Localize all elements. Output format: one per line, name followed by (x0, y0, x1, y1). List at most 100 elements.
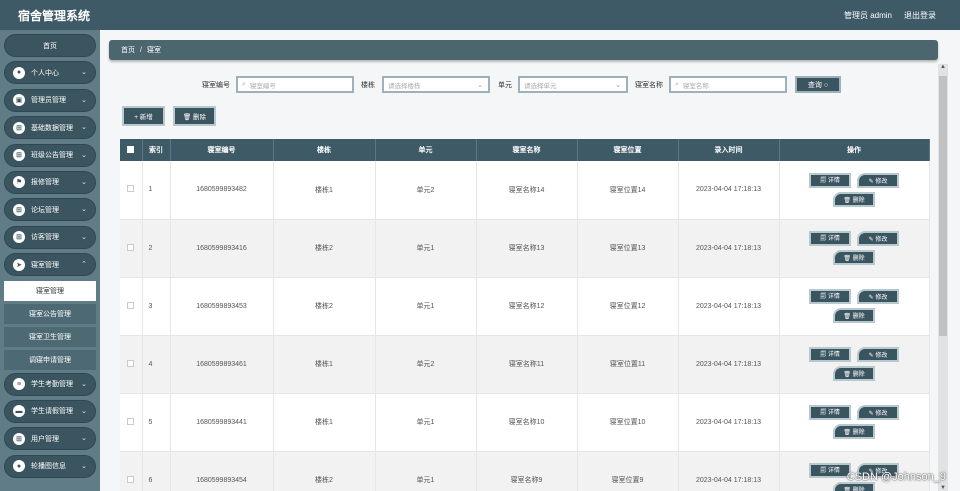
room-name-input[interactable]: ⌕ 寝室名称 (669, 76, 787, 93)
sidebar-item-label: 轮播图信息 (31, 463, 66, 471)
sidebar-subitem-dorm-transfer[interactable]: 调寝申请管理 (4, 349, 96, 370)
sidebar-item-label: 报修管理 (31, 179, 59, 187)
chevron-up-icon: ⌃ (81, 261, 87, 269)
cell-ops: 🗐 详情 ✎ 修改 🗑 删除 (779, 335, 930, 394)
scroll-thumb[interactable] (939, 76, 947, 336)
sidebar-item-label: 学生考勤管理 (31, 381, 73, 389)
cell-location: 寝室位置10 (577, 393, 679, 452)
edit-button[interactable]: ✎ 修改 (857, 347, 899, 362)
sidebar-item-forum[interactable]: ⊞ 论坛管理 ⌄ (4, 198, 96, 222)
detail-button[interactable]: 🗐 详情 (809, 463, 851, 478)
cell-time: 2023-04-04 17:18:13 (678, 219, 780, 278)
chevron-down-icon: ⌄ (81, 462, 87, 470)
unit-select[interactable]: 请选择单元 ⌄ (518, 76, 628, 93)
room-no-input[interactable]: ⌕ 寝室编号 (236, 76, 354, 93)
admin-icon: ▣ (13, 94, 25, 107)
scroll-up-icon[interactable]: ▲ (939, 64, 947, 70)
breadcrumb-home[interactable]: 首页 (121, 45, 135, 55)
detail-button[interactable]: 🗐 详情 (809, 405, 851, 420)
row-checkbox[interactable] (120, 219, 143, 278)
add-button[interactable]: + 新增 (122, 106, 165, 126)
row-checkbox[interactable] (120, 161, 143, 220)
scroll-down-icon[interactable]: ▼ (939, 485, 947, 491)
header-index: 索引 (142, 139, 171, 161)
logout-link[interactable]: 退出登录 (904, 10, 936, 21)
sidebar-item-label: 班级公告管理 (31, 152, 73, 160)
cell-building: 楼栋2 (273, 451, 376, 491)
cell-building: 楼栋2 (273, 277, 376, 336)
chevron-down-icon: ⌄ (81, 69, 87, 77)
table-row: 5 1680599893441 楼栋1 单元1 寝室名称10 寝室位置10 2023-04-… (120, 393, 930, 452)
header-location: 寝室位置 (577, 139, 679, 161)
chevron-down-icon: ⌄ (81, 206, 87, 214)
edit-button[interactable]: ✎ 修改 (857, 405, 899, 420)
table-row: 4 1680599893461 楼栋1 单元2 寝室名称11 寝室位置11 2023-04-… (120, 335, 930, 394)
row-delete-button[interactable]: 🗑 删除 (833, 191, 875, 207)
select-all-checkbox[interactable] (120, 139, 143, 161)
user-icon: ● (13, 66, 25, 79)
sidebar-subitem-dorm-notice[interactable]: 寝室公告管理 (4, 303, 96, 324)
sidebar-item-home[interactable]: 首页 (4, 34, 96, 57)
row-delete-button[interactable]: 🗑 删除 (833, 366, 875, 381)
row-checkbox[interactable] (120, 393, 143, 452)
cell-room-no: 1680599893441 (170, 393, 274, 452)
sidebar-item-leave[interactable]: ▬ 学生请假管理 ⌄ (4, 399, 96, 423)
vertical-scrollbar[interactable]: ▲ ▼ (938, 64, 948, 491)
sidebar-item-dorm[interactable]: ➤ 寝室管理 ⌃ (4, 253, 96, 277)
unit-label: 单元 (498, 82, 512, 89)
grid-icon: ⊞ (13, 231, 25, 244)
sidebar-item-label: 个人中心 (31, 69, 59, 77)
chevron-down-icon: ⌄ (81, 151, 87, 159)
sidebar-item-basic-data[interactable]: ⊞ 基础数据管理 ⌄ (4, 116, 96, 140)
edit-button[interactable]: ✎ 修改 (857, 289, 899, 304)
row-checkbox[interactable] (120, 451, 143, 491)
query-button[interactable]: 查询 ○ (795, 76, 841, 93)
header-room-no: 寝室编号 (170, 139, 274, 161)
sidebar-subitem-dorm-manage[interactable]: 寝室管理 (4, 280, 96, 301)
row-delete-button[interactable]: 🗑 删除 (833, 424, 875, 439)
sidebar-item-visitors[interactable]: ⊞ 访客管理 ⌄ (4, 225, 96, 249)
building-label: 楼栋 (361, 82, 375, 89)
breadcrumb-separator: / (140, 46, 142, 54)
sidebar-item-repair[interactable]: ⚑ 报修管理 ⌄ (4, 170, 96, 194)
sidebar-item-class-notice[interactable]: ⊞ 班级公告管理 ⌄ (4, 143, 96, 167)
detail-button[interactable]: 🗐 详情 (809, 347, 851, 362)
sidebar-item-users[interactable]: ⊞ 用户管理 ⌄ (4, 427, 96, 451)
row-delete-button[interactable]: 🗑 删除 (833, 250, 875, 265)
grid-icon: ⊞ (13, 121, 25, 134)
sidebar-item-admins[interactable]: ▣ 管理员管理 ⌄ (4, 88, 96, 112)
sidebar-item-carousel[interactable]: ● 轮播图信息 ⌄ (4, 454, 96, 478)
building-placeholder: 请选择楼栋 (388, 82, 421, 90)
row-delete-button[interactable]: 🗑 删除 (833, 482, 875, 491)
row-checkbox[interactable] (120, 335, 143, 394)
chevron-down-icon: ⌄ (81, 380, 87, 388)
cell-location: 寝室位置12 (577, 277, 679, 336)
app-title: 宿舍管理系统 (18, 8, 91, 23)
cell-index: 6 (142, 451, 171, 491)
cell-time: 2023-04-04 17:18:13 (678, 393, 780, 452)
detail-button[interactable]: 🗐 详情 (809, 231, 851, 246)
table-row: 2 1680599893416 楼栋2 单元1 寝室名称13 寝室位置13 2023-04-… (120, 219, 930, 278)
sidebar-item-profile[interactable]: ● 个人中心 ⌄ (4, 61, 96, 85)
cell-ops: 🗐 详情 ✎ 修改 🗑 删除 (779, 393, 930, 452)
detail-button[interactable]: 🗐 详情 (809, 289, 851, 304)
cell-index: 4 (142, 335, 171, 394)
edit-button[interactable]: ✎ 修改 (857, 231, 899, 246)
cell-unit: 单元1 (375, 451, 477, 491)
dorm-table: 索引 寝室编号 楼栋 单元 寝室名称 寝室位置 录入时间 操作 1 1680599… (120, 139, 930, 491)
row-checkbox[interactable] (120, 277, 143, 336)
room-no-placeholder: 寝室编号 (249, 82, 276, 90)
sidebar-subitem-dorm-hygiene[interactable]: 寝室卫生管理 (4, 326, 96, 347)
sidebar-item-attendance[interactable]: ≡ 学生考勤管理 ⌄ (4, 372, 96, 396)
row-delete-button[interactable]: 🗑 删除 (833, 308, 875, 323)
sidebar-item-label: 访客管理 (31, 234, 59, 242)
header-ops: 操作 (779, 139, 930, 161)
detail-button[interactable]: 🗐 详情 (809, 172, 851, 188)
delete-button[interactable]: 🗑 删除 (173, 106, 216, 126)
chevron-down-icon: ⌄ (615, 82, 621, 89)
cell-ops: 🗐 详情 ✎ 修改 🗑 删除 (779, 277, 930, 336)
cell-index: 3 (142, 277, 171, 336)
edit-button[interactable]: ✎ 修改 (857, 172, 899, 188)
watermark: CSDN @Johnson_9 (846, 471, 946, 483)
building-select[interactable]: 请选择楼栋 ⌄ (382, 76, 490, 93)
